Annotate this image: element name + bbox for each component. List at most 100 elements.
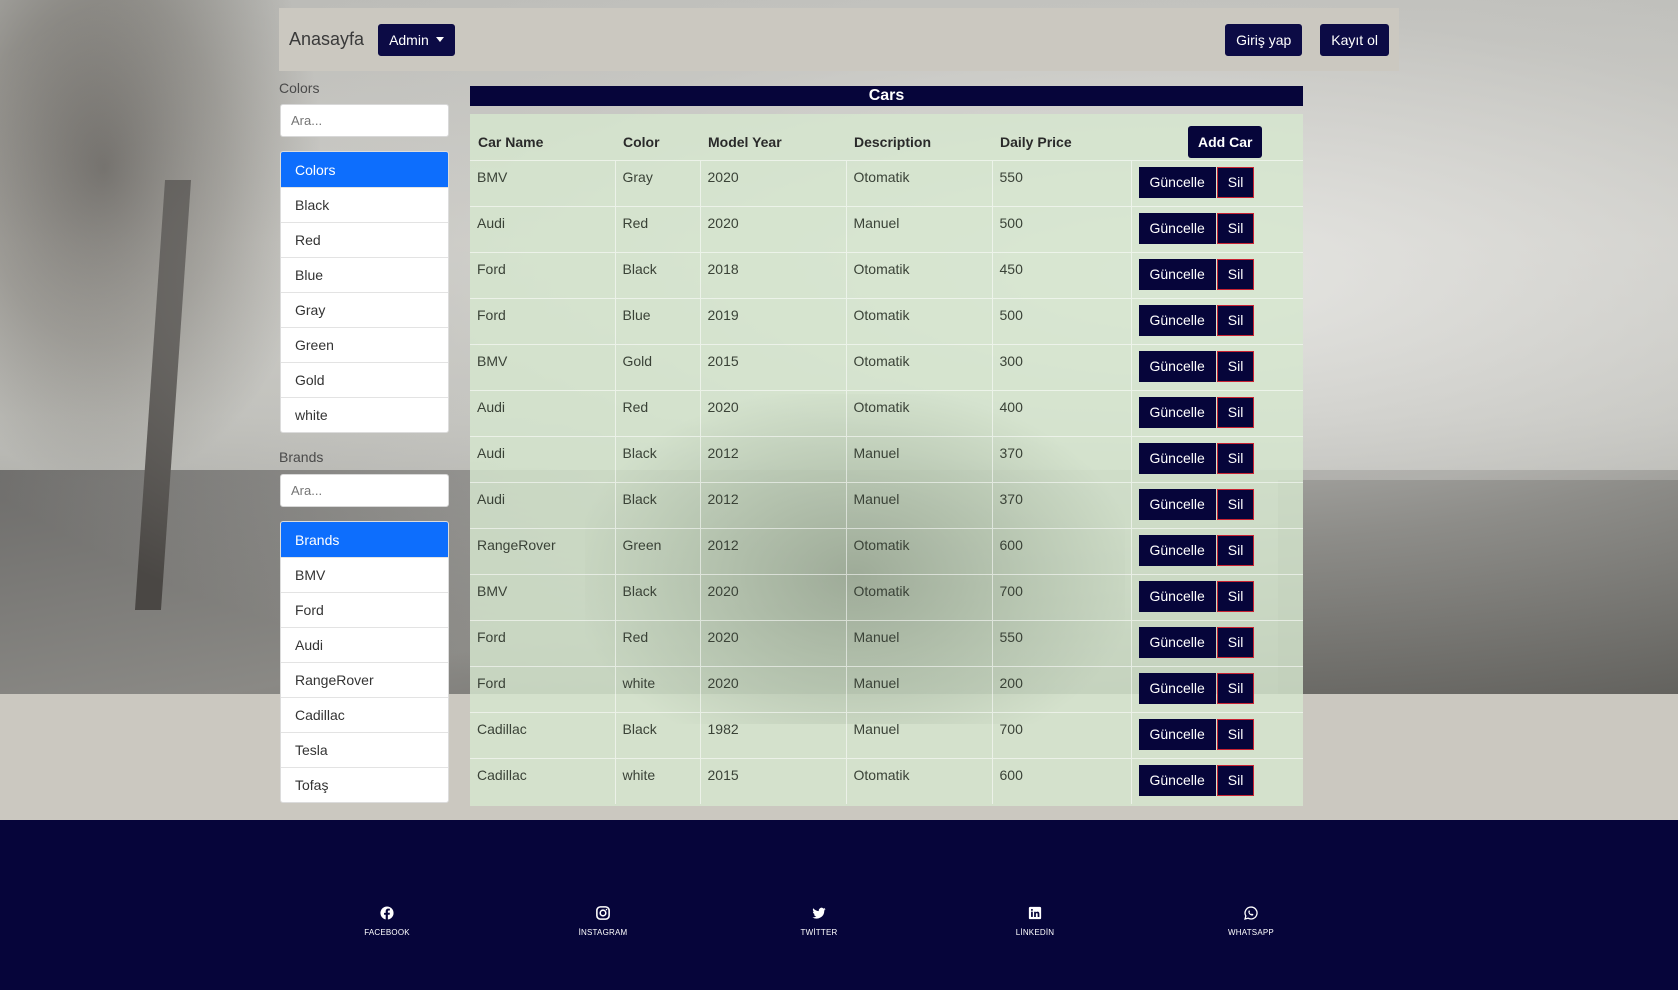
update-button[interactable]: Güncelle	[1138, 534, 1216, 566]
update-button[interactable]: Güncelle	[1138, 442, 1216, 474]
cell-daily-price: 700	[991, 711, 1131, 758]
update-button[interactable]: Güncelle	[1138, 488, 1216, 520]
whatsapp-link[interactable]: WHATSAPP	[1206, 906, 1296, 940]
login-button[interactable]: Giriş yap	[1225, 23, 1303, 56]
instagram-icon	[596, 906, 610, 920]
brand-item-all[interactable]: Brands	[281, 522, 448, 557]
brand-item-cadillac[interactable]: Cadillac	[281, 697, 448, 732]
update-button[interactable]: Güncelle	[1138, 304, 1216, 336]
cell-model-year: 2020	[699, 573, 846, 620]
cell-car-name: Ford	[470, 619, 615, 666]
cell-model-year: 2020	[699, 159, 846, 206]
facebook-link[interactable]: FACEBOOK	[342, 906, 432, 940]
color-item-blue[interactable]: Blue	[281, 257, 448, 292]
cars-table-body: BMV Gray 2020 Otomatik 550 Güncelle Sil Audi Red…	[470, 159, 1303, 804]
cell-daily-price: 500	[991, 205, 1131, 252]
update-button[interactable]: Güncelle	[1138, 626, 1216, 658]
delete-button[interactable]: Sil	[1216, 350, 1255, 382]
column-header-model-year: Model Year	[708, 133, 782, 150]
delete-button[interactable]: Sil	[1216, 212, 1255, 244]
cell-daily-price: 600	[991, 527, 1131, 574]
delete-button[interactable]: Sil	[1216, 534, 1255, 566]
delete-button[interactable]: Sil	[1216, 396, 1255, 428]
update-button[interactable]: Güncelle	[1138, 350, 1216, 382]
color-item-red[interactable]: Red	[281, 222, 448, 257]
color-item-white[interactable]: white	[281, 397, 448, 432]
cell-daily-price: 500	[991, 297, 1131, 344]
update-button[interactable]: Güncelle	[1138, 212, 1216, 244]
cell-car-name: Audi	[470, 481, 615, 528]
whatsapp-label: WHATSAPP	[1228, 928, 1274, 937]
delete-button[interactable]: Sil	[1216, 672, 1255, 704]
brand-item-ford[interactable]: Ford	[281, 592, 448, 627]
update-button[interactable]: Güncelle	[1138, 166, 1216, 198]
brand-item-bmv[interactable]: BMV	[281, 557, 448, 592]
color-item-gold[interactable]: Gold	[281, 362, 448, 397]
cell-car-name: Audi	[470, 435, 615, 482]
cell-car-name: Ford	[470, 297, 615, 344]
row-actions: Güncelle Sil	[1130, 757, 1303, 804]
brand-item-tesla[interactable]: Tesla	[281, 732, 448, 767]
row-actions: Güncelle Sil	[1130, 573, 1303, 620]
cell-model-year: 2020	[699, 205, 846, 252]
delete-button[interactable]: Sil	[1216, 488, 1255, 520]
register-button[interactable]: Kayıt ol	[1320, 23, 1389, 56]
update-button[interactable]: Güncelle	[1138, 580, 1216, 612]
row-actions: Güncelle Sil	[1130, 619, 1303, 666]
row-actions: Güncelle Sil	[1130, 435, 1303, 482]
twitter-link[interactable]: TWİTTER	[774, 906, 864, 940]
cell-description: Otomatik	[845, 389, 992, 436]
delete-button[interactable]: Sil	[1216, 580, 1255, 612]
cell-daily-price: 200	[991, 665, 1131, 712]
cell-car-name: BMV	[470, 159, 615, 206]
color-item-black[interactable]: Black	[281, 187, 448, 222]
cell-color: Red	[614, 205, 700, 252]
cell-description: Otomatik	[845, 757, 992, 804]
brand-item-rangerover[interactable]: RangeRover	[281, 662, 448, 697]
cell-color: white	[614, 757, 700, 804]
cell-model-year: 2015	[699, 757, 846, 804]
update-button[interactable]: Güncelle	[1138, 718, 1216, 750]
delete-button[interactable]: Sil	[1216, 718, 1255, 750]
cell-model-year: 2020	[699, 665, 846, 712]
delete-button[interactable]: Sil	[1216, 626, 1255, 658]
row-actions: Güncelle Sil	[1130, 159, 1303, 206]
cell-daily-price: 700	[991, 573, 1131, 620]
delete-button[interactable]: Sil	[1216, 304, 1255, 336]
cell-description: Manuel	[845, 205, 992, 252]
admin-dropdown-label: Admin	[389, 31, 429, 48]
table-row: Ford Black 2018 Otomatik 450 Güncelle Sil	[470, 251, 1303, 298]
instagram-link[interactable]: İNSTAGRAM	[558, 906, 648, 940]
delete-button[interactable]: Sil	[1216, 764, 1255, 796]
delete-button[interactable]: Sil	[1216, 442, 1255, 474]
update-button[interactable]: Güncelle	[1138, 396, 1216, 428]
row-actions: Güncelle Sil	[1130, 251, 1303, 298]
update-button[interactable]: Güncelle	[1138, 672, 1216, 704]
cell-color: Gold	[614, 343, 700, 390]
brand-item-audi[interactable]: Audi	[281, 627, 448, 662]
cell-daily-price: 550	[991, 159, 1131, 206]
brand-item-tofas[interactable]: Tofaş	[281, 767, 448, 802]
update-button[interactable]: Güncelle	[1138, 764, 1216, 796]
table-row: Cadillac Black 1982 Manuel 700 Güncelle Sil	[470, 711, 1303, 758]
delete-button[interactable]: Sil	[1216, 258, 1255, 290]
color-item-gray[interactable]: Gray	[281, 292, 448, 327]
admin-dropdown-button[interactable]: Admin	[378, 23, 455, 56]
brands-search-input[interactable]	[280, 474, 449, 507]
cell-description: Otomatik	[845, 527, 992, 574]
colors-search-input[interactable]	[280, 104, 449, 137]
color-item-all[interactable]: Colors	[281, 152, 448, 187]
add-car-button[interactable]: Add Car	[1188, 125, 1263, 158]
linkedin-link[interactable]: LİNKEDİN	[990, 906, 1080, 940]
delete-button[interactable]: Sil	[1216, 166, 1255, 198]
cell-description: Otomatik	[845, 159, 992, 206]
home-link[interactable]: Anasayfa	[289, 29, 364, 50]
update-button[interactable]: Güncelle	[1138, 258, 1216, 290]
cell-color: Red	[614, 619, 700, 666]
cell-description: Manuel	[845, 435, 992, 482]
color-item-green[interactable]: Green	[281, 327, 448, 362]
cell-color: Black	[614, 251, 700, 298]
cell-car-name: Ford	[470, 665, 615, 712]
chevron-down-icon	[435, 37, 444, 42]
cell-model-year: 2012	[699, 481, 846, 528]
